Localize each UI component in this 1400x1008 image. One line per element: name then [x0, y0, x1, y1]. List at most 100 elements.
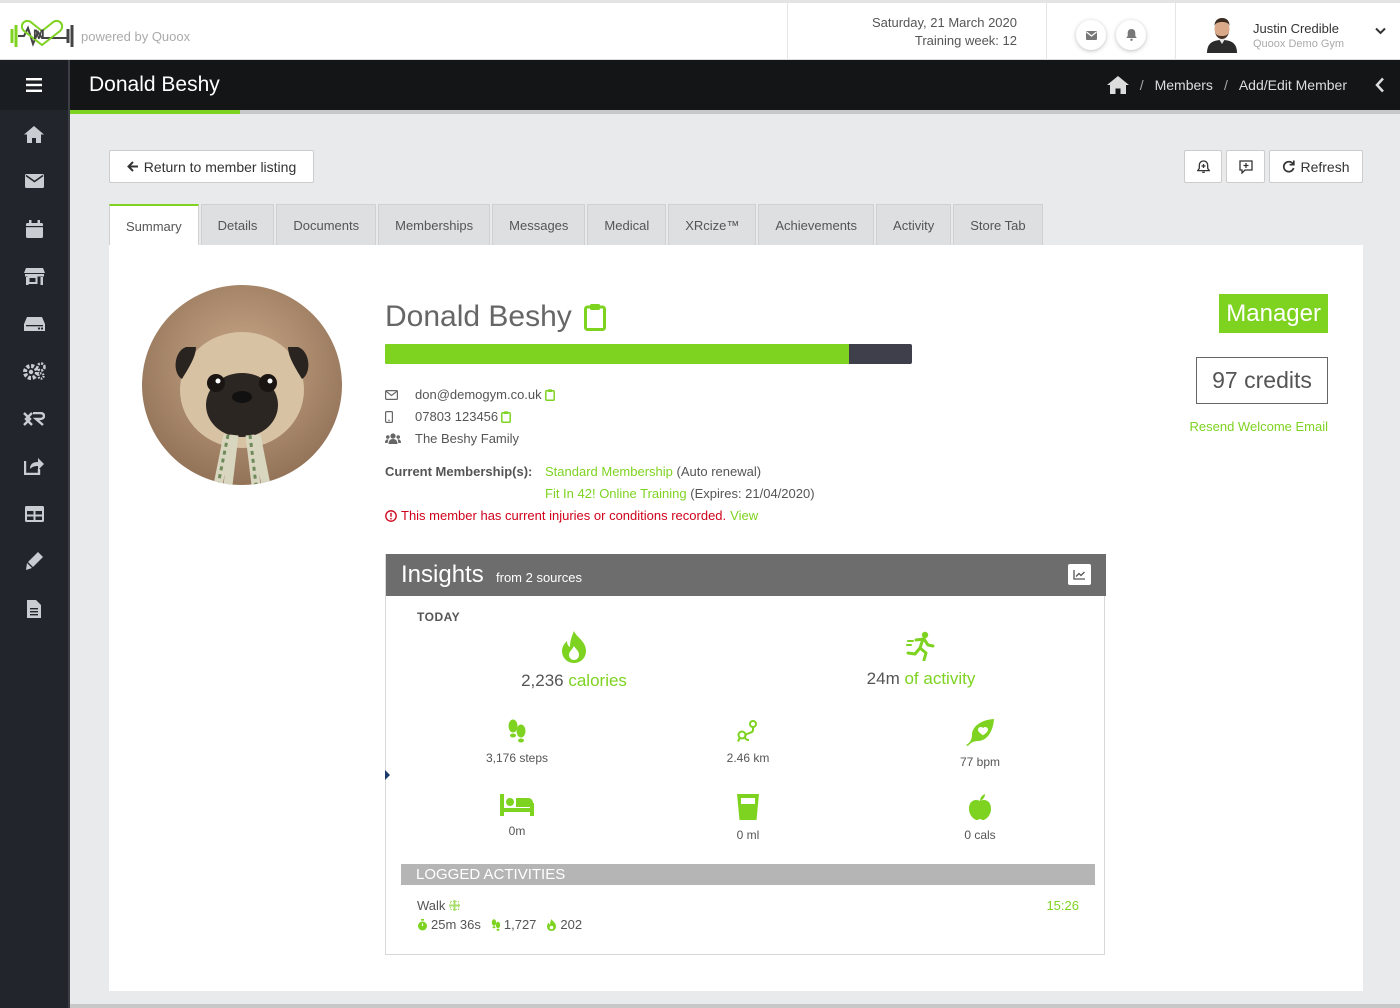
copy-email-icon[interactable] — [544, 388, 555, 401]
return-to-listing-button[interactable]: Return to member listing — [109, 150, 314, 183]
member-email[interactable]: don@demogym.co.uk — [415, 387, 542, 402]
footprints-icon — [491, 918, 501, 931]
notifications-button[interactable] — [1116, 20, 1146, 50]
flame-icon — [559, 631, 589, 663]
membership-label: Current Membership(s): — [385, 464, 533, 479]
sidebar-item-edit[interactable] — [0, 541, 68, 581]
activity-steps-group: 1,727 — [491, 917, 536, 932]
breadcrumb-separator: / — [1223, 77, 1228, 93]
envelope-icon — [1085, 30, 1097, 40]
chevron-down-icon[interactable] — [1375, 27, 1386, 35]
calories-value: 2,236 — [521, 671, 564, 690]
sidebar — [0, 60, 68, 1008]
member-phone[interactable]: 07803 123456 — [415, 409, 498, 424]
envelope-icon — [24, 174, 44, 188]
tab-details[interactable]: Details — [200, 204, 275, 245]
arrow-left-icon — [126, 161, 139, 172]
user-menu[interactable]: Justin Credible Quoox Demo Gym — [1175, 3, 1400, 60]
sidebar-item-calendar[interactable] — [0, 209, 68, 249]
steps-stat: 3,176 steps — [467, 719, 567, 765]
membership-item: Fit In 42! Online Training (Expires: 21/… — [545, 486, 815, 501]
activity-stat: 24m of activity — [851, 631, 991, 689]
tab-messages[interactable]: Messages — [492, 204, 586, 245]
add-message-button[interactable] — [1226, 150, 1265, 183]
tab-xrcize[interactable]: XRcize™ — [668, 204, 757, 245]
membership-link[interactable]: Standard Membership — [545, 464, 673, 479]
steps-value: 3,176 steps — [485, 751, 549, 765]
member-tabs: Summary Details Documents Memberships Me… — [109, 204, 1043, 246]
member-photo[interactable] — [142, 285, 342, 485]
comment-plus-icon — [1238, 159, 1253, 174]
home-icon — [24, 125, 44, 143]
membership-note: (Expires: 21/04/2020) — [690, 486, 815, 501]
member-name: Donald Beshy — [385, 300, 606, 334]
top-bar: M powered by Quoox Saturday, 21 March 20… — [0, 0, 1400, 60]
pen-icon — [25, 552, 43, 570]
collapse-marker-icon[interactable] — [385, 769, 390, 781]
users-icon — [385, 433, 415, 444]
insights-chart-button[interactable] — [1068, 564, 1091, 585]
breadcrumb-home[interactable] — [1106, 76, 1129, 94]
sidebar-item-settings[interactable] — [0, 351, 68, 391]
resend-welcome-email-link[interactable]: Resend Welcome Email — [1190, 419, 1328, 434]
glass-icon — [737, 794, 759, 820]
mobile-icon — [385, 410, 415, 423]
activity-time: 15:26 — [1046, 898, 1079, 913]
gear-icon — [22, 362, 46, 380]
sidebar-item-xrcize[interactable] — [0, 399, 68, 439]
copy-phone-icon[interactable] — [501, 410, 512, 423]
sidebar-item-messages[interactable] — [0, 161, 68, 201]
activity-duration: 25m 36s — [431, 917, 481, 932]
member-family[interactable]: The Beshy Family — [415, 431, 519, 446]
running-icon — [906, 631, 936, 661]
membership-link[interactable]: Fit In 42! Online Training — [545, 486, 687, 501]
footprints-icon — [507, 719, 527, 743]
sidebar-item-store[interactable] — [0, 256, 68, 296]
tab-memberships[interactable]: Memberships — [378, 204, 491, 245]
sidebar-item-tables[interactable] — [0, 494, 68, 534]
breadcrumb-members[interactable]: Members — [1155, 77, 1213, 93]
tab-activity[interactable]: Activity — [876, 204, 952, 245]
tab-documents[interactable]: Documents — [276, 204, 377, 245]
calories-unit: calories — [568, 671, 627, 690]
view-injuries-link[interactable]: View — [730, 508, 758, 523]
gym-logo[interactable]: M — [10, 15, 74, 51]
training-week: Training week: 12 — [914, 33, 1017, 48]
messages-button[interactable] — [1076, 20, 1106, 50]
sidebar-item-equipment[interactable] — [0, 304, 68, 344]
tab-achievements[interactable]: Achievements — [758, 204, 875, 245]
sidebar-item-home[interactable] — [0, 114, 68, 154]
svg-text:M: M — [33, 26, 45, 42]
sidebar-item-documents[interactable] — [0, 589, 68, 629]
tab-store[interactable]: Store Tab — [953, 204, 1043, 245]
hdd-icon — [23, 317, 45, 331]
breadcrumb: / Members / Add/Edit Member — [1106, 76, 1347, 94]
activity-name[interactable]: Walk — [417, 898, 461, 913]
bed-icon — [500, 794, 534, 816]
role-badge: Manager — [1219, 294, 1328, 333]
bottom-strip — [70, 1004, 1400, 1008]
clipboard-icon[interactable] — [583, 303, 606, 331]
user-avatar — [1205, 15, 1239, 53]
water-stat: 0 ml — [698, 794, 798, 842]
tab-medical[interactable]: Medical — [587, 204, 667, 245]
collapse-button[interactable] — [1375, 77, 1385, 93]
activity-unit: of activity — [904, 669, 976, 688]
distance-stat: 2.46 km — [698, 719, 798, 765]
route-icon — [737, 719, 759, 743]
refresh-button[interactable]: Refresh — [1269, 150, 1363, 183]
grid-sync-icon — [449, 900, 461, 911]
sidebar-toggle-button[interactable] — [0, 60, 68, 110]
tab-summary[interactable]: Summary — [109, 204, 199, 246]
calories-stat: 2,236 calories — [514, 631, 634, 691]
distance-value: 2.46 km — [726, 751, 770, 765]
powered-by-text: powered by Quoox — [81, 29, 191, 44]
add-notification-button[interactable] — [1184, 150, 1222, 183]
food-stat: 0 cals — [930, 794, 1030, 842]
current-date: Saturday, 21 March 2020 — [871, 15, 1017, 30]
summary-panel: Donald Beshy don@demogym.co.uk 07803 123… — [109, 245, 1363, 991]
member-email-row: don@demogym.co.uk — [385, 387, 555, 402]
refresh-label: Refresh — [1300, 158, 1350, 175]
logged-activities-header: LOGGED ACTIVITIES — [401, 864, 1095, 885]
sidebar-item-share[interactable] — [0, 446, 68, 486]
